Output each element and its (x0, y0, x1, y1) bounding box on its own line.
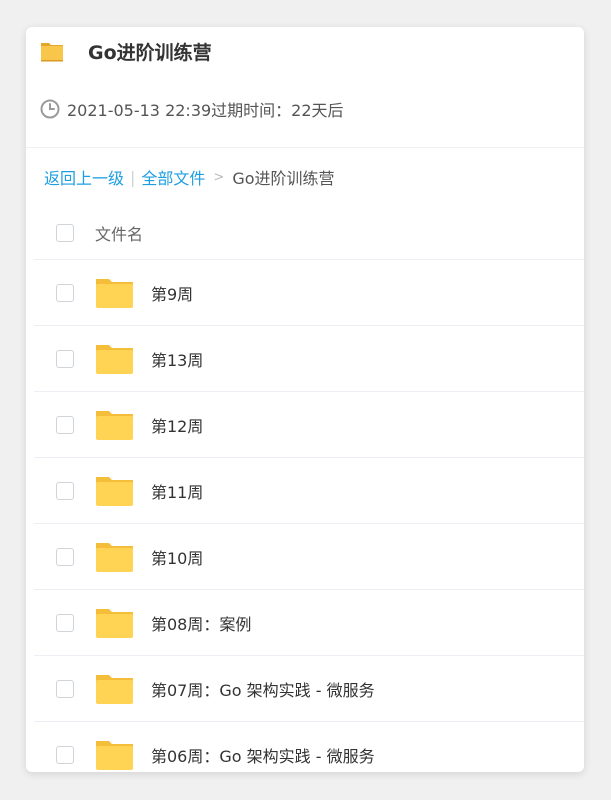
file-name[interactable]: 第11周 (151, 479, 203, 503)
row-checkbox[interactable] (56, 415, 74, 434)
expiry-row: 2021-05-13 22:39过期时间：22天后 (40, 97, 344, 121)
file-name[interactable]: 第10周 (151, 545, 203, 569)
page-title: Go进阶训练营 (88, 41, 212, 64)
table-row[interactable]: 第13周 (34, 326, 584, 392)
table-row[interactable]: 第12周 (34, 392, 584, 458)
file-name[interactable]: 第07周：Go 架构实践 - 微服务 (151, 677, 375, 701)
select-all-checkbox[interactable] (56, 224, 74, 242)
file-name[interactable]: 第9周 (151, 281, 193, 305)
table-row[interactable]: 第08周：案例 (34, 590, 584, 656)
back-link[interactable]: 返回上一级 (44, 165, 124, 189)
folder-icon (96, 741, 133, 770)
share-panel: Go进阶训练营 2021-05-13 22:39过期时间：22天后 返回上一级 … (26, 27, 584, 772)
row-checkbox[interactable] (56, 349, 74, 368)
folder-icon (96, 609, 133, 638)
breadcrumb-arrow-icon: > (213, 169, 225, 185)
table-row[interactable]: 第06周：Go 架构实践 - 微服务 (34, 722, 584, 772)
row-checkbox[interactable] (56, 547, 74, 566)
folder-icon (96, 477, 133, 506)
expiry-text: 2021-05-13 22:39过期时间：22天后 (67, 101, 344, 120)
row-checkbox[interactable] (56, 679, 74, 698)
folder-icon (41, 43, 63, 62)
table-row[interactable]: 第10周 (34, 524, 584, 590)
breadcrumb: 返回上一级 | 全部文件 > Go进阶训练营 (44, 165, 335, 189)
row-checkbox[interactable] (56, 283, 74, 302)
share-header: Go进阶训练营 2021-05-13 22:39过期时间：22天后 (26, 27, 584, 148)
file-list: 第9周 第13周 第12周 第11周 第10周 第08周：案例 第07周：Go … (34, 260, 584, 772)
table-header: 文件名 (34, 207, 584, 260)
breadcrumb-divider: | (130, 167, 136, 187)
clock-icon (40, 99, 60, 119)
file-name[interactable]: 第12周 (151, 413, 203, 437)
file-name[interactable]: 第13周 (151, 347, 203, 371)
folder-icon (96, 411, 133, 440)
title-row: Go进阶训练营 (40, 36, 212, 66)
folder-icon (96, 279, 133, 308)
table-row[interactable]: 第9周 (34, 260, 584, 326)
table-row[interactable]: 第11周 (34, 458, 584, 524)
folder-icon (96, 345, 133, 374)
row-checkbox[interactable] (56, 745, 74, 764)
row-checkbox[interactable] (56, 481, 74, 500)
column-filename: 文件名 (95, 225, 144, 244)
all-files-link[interactable]: 全部文件 (141, 165, 205, 189)
breadcrumb-current: Go进阶训练营 (232, 169, 335, 188)
file-name[interactable]: 第06周：Go 架构实践 - 微服务 (151, 743, 375, 767)
table-row[interactable]: 第07周：Go 架构实践 - 微服务 (34, 656, 584, 722)
folder-icon (96, 675, 133, 704)
row-checkbox[interactable] (56, 613, 74, 632)
folder-icon (96, 543, 133, 572)
file-name[interactable]: 第08周：案例 (151, 611, 251, 635)
